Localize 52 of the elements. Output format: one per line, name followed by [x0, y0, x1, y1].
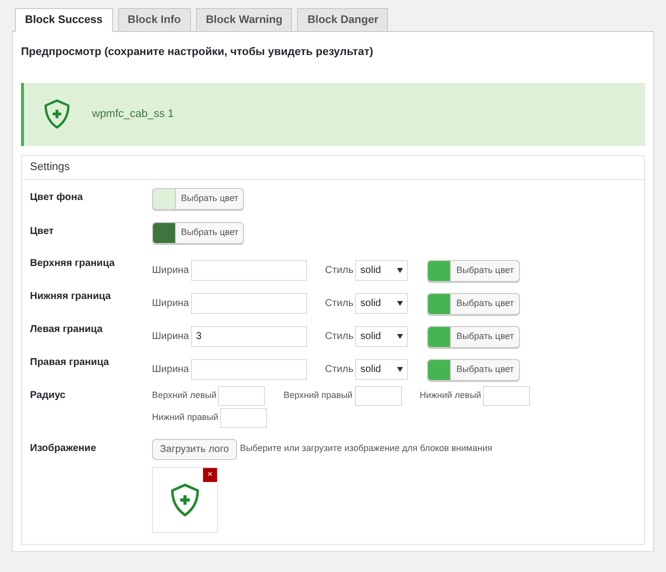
color-picker-button[interactable]: Выбрать цвет — [152, 222, 244, 244]
upload-logo-button[interactable]: Загрузить лого — [152, 438, 237, 460]
radius-field[interactable] — [483, 386, 530, 406]
setting-label: Изображение — [30, 442, 98, 456]
caret-icon — [397, 334, 404, 339]
color-picker-button[interactable]: Выбрать цвет — [427, 260, 520, 282]
tab[interactable]: Block Success — [15, 8, 113, 32]
field-label: Ширина — [152, 363, 189, 377]
field-label: Стиль — [324, 264, 354, 278]
setting-label: Радиус — [30, 388, 66, 402]
preview-text: wpmfc_cab_ss 1 — [92, 106, 174, 122]
style-select[interactable]: solid — [355, 326, 408, 347]
setting-label: Нижняя граница — [30, 290, 112, 304]
caret-icon — [397, 367, 404, 372]
field-label: Стиль — [324, 363, 354, 377]
field-label: Ширина — [152, 330, 189, 344]
setting-label: Цвет фона — [30, 190, 84, 204]
field-label: Стиль — [324, 330, 354, 344]
tab[interactable]: Block Danger — [297, 8, 388, 32]
color-picker-button[interactable]: Выбрать цвет — [427, 292, 520, 314]
width-field[interactable] — [190, 293, 307, 314]
caret-icon — [397, 301, 404, 306]
style-select[interactable]: solid — [355, 293, 408, 314]
settings-title: Settings — [22, 156, 644, 180]
setting-label: Верхняя граница — [30, 256, 116, 270]
field-label: Верхний левый — [152, 388, 216, 402]
tab[interactable]: Block Warning — [196, 8, 292, 32]
radius-field[interactable] — [354, 386, 402, 406]
setting-label: Правая граница — [30, 356, 110, 370]
field-label: Нижний левый — [420, 388, 482, 402]
remove-button[interactable]: × — [203, 468, 217, 482]
field-label: Ширина — [152, 297, 189, 311]
field-label: Верхний правый — [283, 388, 353, 402]
field-label: Нижний правый — [152, 410, 218, 424]
setting-label: Левая граница — [30, 322, 104, 336]
tab[interactable]: Block Info — [118, 8, 191, 32]
color-picker-button[interactable]: Выбрать цвет — [152, 188, 244, 210]
caret-icon — [397, 268, 404, 273]
radius-field[interactable] — [220, 408, 268, 428]
width-field[interactable] — [190, 359, 307, 380]
style-select[interactable]: solid — [355, 260, 408, 281]
radius-field[interactable] — [218, 386, 266, 406]
width-field[interactable]: 3 — [190, 326, 307, 347]
image-hint: Выберите или загрузите изображение для блоков внимания — [240, 442, 492, 456]
color-picker-button[interactable]: Выбрать цвет — [427, 358, 520, 380]
field-label: Стиль — [324, 297, 354, 311]
preview-heading: Предпросмотр (сохраните настройки, чтобы увидеть результат) — [21, 45, 374, 60]
style-select[interactable]: solid — [355, 359, 408, 380]
field-label: Ширина — [152, 264, 189, 278]
setting-label: Цвет — [30, 224, 55, 238]
color-picker-button[interactable]: Выбрать цвет — [427, 326, 520, 348]
width-field[interactable] — [190, 260, 307, 281]
